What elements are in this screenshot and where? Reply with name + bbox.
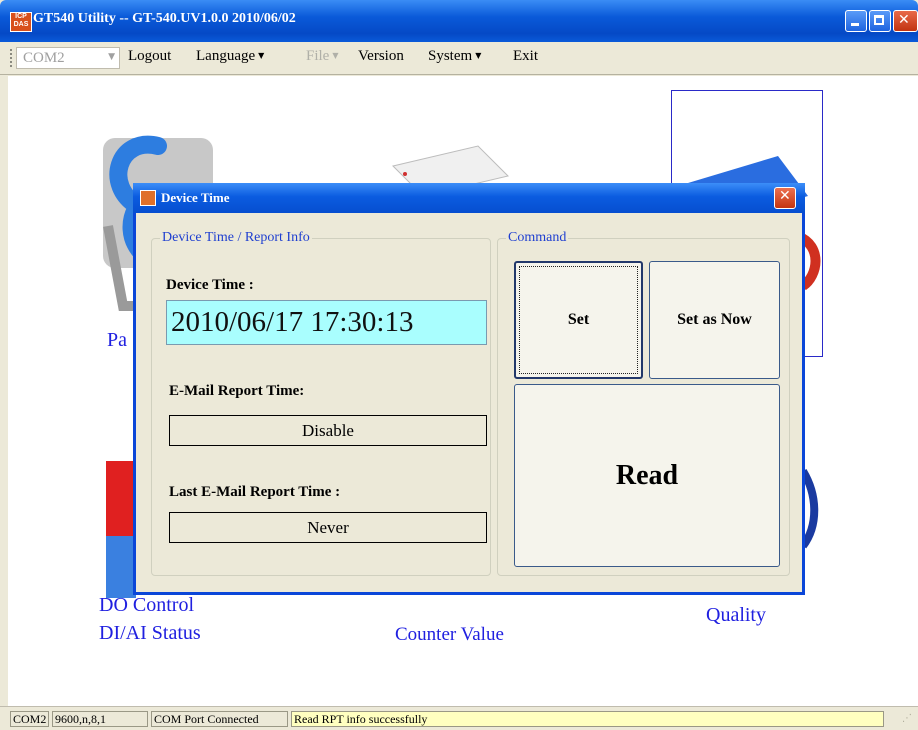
chevron-down-icon: ▼ xyxy=(475,51,482,60)
window-title: GT540 Utility -- GT-540.UV1.0.0 2010/06/… xyxy=(33,11,296,26)
com-port-select[interactable]: COM2 ▼ xyxy=(16,47,120,69)
window-title-bar: ICP DAS GT540 Utility -- GT-540.UV1.0.0 2… xyxy=(0,0,918,42)
dialog-title-bar: Device Time xyxy=(133,183,805,213)
chevron-down-icon: ▼ xyxy=(332,51,339,60)
status-message: Read RPT info successfully xyxy=(291,711,884,727)
menu-exit[interactable]: Exit xyxy=(513,48,538,65)
set-button[interactable]: Set xyxy=(514,261,643,379)
parameter-label[interactable]: Pa xyxy=(107,329,127,352)
resize-grip-icon[interactable]: ⋰ xyxy=(902,713,912,724)
maximize-button[interactable] xyxy=(869,10,891,32)
minimize-button[interactable] xyxy=(845,10,867,32)
menu-language[interactable]: Language ▼ xyxy=(196,48,264,65)
close-window-button[interactable] xyxy=(893,10,918,32)
last-email-report-time-label: Last E-Mail Report Time : xyxy=(169,484,341,500)
com-port-value: COM2 xyxy=(23,50,65,66)
device-time-value: 2010/06/17 17:30:13 xyxy=(166,300,487,345)
device-time-label: Device Time : xyxy=(166,277,254,293)
menu-file: File ▼ xyxy=(306,48,339,64)
set-as-now-button[interactable]: Set as Now xyxy=(649,261,780,379)
status-connection: COM Port Connected xyxy=(151,711,288,727)
menu-version[interactable]: Version xyxy=(358,48,404,65)
dialog-title: Device Time xyxy=(161,190,230,205)
app-icon: ICP DAS xyxy=(10,12,32,32)
menu-system[interactable]: System ▼ xyxy=(428,48,481,65)
toolbar-grip[interactable] xyxy=(10,49,15,67)
last-email-report-time-value: Never xyxy=(169,512,487,543)
info-group-label: Device Time / Report Info xyxy=(160,230,312,246)
command-group-label: Command xyxy=(506,230,569,246)
chevron-down-icon: ▼ xyxy=(108,52,115,62)
status-bar: COM2 9600,n,8,1 COM Port Connected Read … xyxy=(0,706,918,730)
dialog-close-button[interactable] xyxy=(774,187,796,209)
email-report-time-value: Disable xyxy=(169,415,487,446)
status-port: COM2 xyxy=(10,711,49,727)
do-control-icon[interactable] xyxy=(106,461,136,598)
email-report-time-label: E-Mail Report Time: xyxy=(169,383,305,399)
device-time-dialog: Device Time Device Time / Report Info De… xyxy=(133,183,805,595)
counter-value-label[interactable]: Counter Value xyxy=(395,624,504,646)
status-settings: 9600,n,8,1 xyxy=(52,711,148,727)
quality-label[interactable]: Quality xyxy=(706,604,766,627)
do-control-label[interactable]: DO Control xyxy=(99,594,194,617)
read-button[interactable]: Read xyxy=(514,384,780,567)
di-ai-status-label[interactable]: DI/AI Status xyxy=(99,622,201,645)
menu-logout[interactable]: Logout xyxy=(128,48,171,65)
chevron-down-icon: ▼ xyxy=(258,51,265,60)
clock-icon xyxy=(140,190,156,206)
